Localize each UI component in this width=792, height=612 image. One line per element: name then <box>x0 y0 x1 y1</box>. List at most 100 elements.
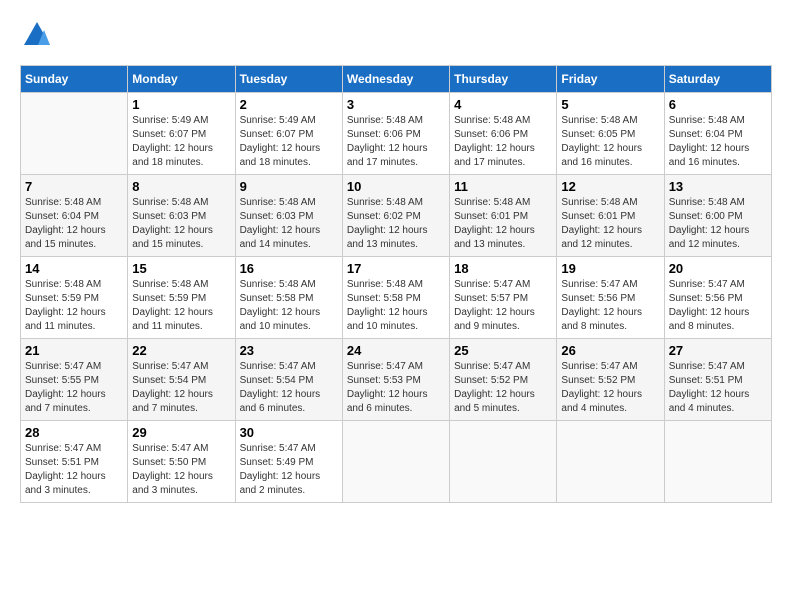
calendar-table: SundayMondayTuesdayWednesdayThursdayFrid… <box>20 65 772 503</box>
day-of-week-header: Tuesday <box>235 66 342 93</box>
day-info: Sunrise: 5:47 AM Sunset: 5:51 PM Dayligh… <box>669 360 767 416</box>
logo <box>20 20 52 55</box>
day-number: 29 <box>132 425 230 440</box>
calendar-cell: 18Sunrise: 5:47 AM Sunset: 5:57 PM Dayli… <box>450 257 557 339</box>
calendar-week-row: 7Sunrise: 5:48 AM Sunset: 6:04 PM Daylig… <box>21 175 772 257</box>
day-number: 21 <box>25 343 123 358</box>
calendar-cell: 12 Sunrise: 5:48 AM Sunset: 6:01 PM Dayli… <box>557 175 664 257</box>
calendar-cell: 30 Sunrise: 5:47 AM Sunset: 5:49 PM Dayli… <box>235 421 342 503</box>
day-of-week-header: Thursday <box>450 66 557 93</box>
calendar-cell: 21 Sunrise: 5:47 AM Sunset: 5:55 PM Dayli… <box>21 339 128 421</box>
calendar-cell: 16Sunrise: 5:48 AM Sunset: 5:58 PM Dayli… <box>235 257 342 339</box>
day-info: Sunrise: 5:49 AM Sunset: 6:07 PM Dayligh… <box>132 114 230 170</box>
day-number: 19 <box>561 261 659 276</box>
day-number: 27 <box>669 343 767 358</box>
calendar-cell: 7Sunrise: 5:48 AM Sunset: 6:04 PM Daylig… <box>21 175 128 257</box>
day-info: Sunrise: 5:47 AM Sunset: 5:54 PM Dayligh… <box>240 360 338 416</box>
calendar-week-row: 28 Sunrise: 5:47 AM Sunset: 5:51 PM Dayli… <box>21 421 772 503</box>
calendar-cell <box>557 421 664 503</box>
day-number: 17 <box>347 261 445 276</box>
logo-text <box>20 20 52 55</box>
day-number: 24 <box>347 343 445 358</box>
day-number: 5 <box>561 97 659 112</box>
day-number: 28 <box>25 425 123 440</box>
day-of-week-header: Sunday <box>21 66 128 93</box>
calendar-cell: 9 Sunrise: 5:48 AM Sunset: 6:03 PM Daylig… <box>235 175 342 257</box>
calendar-cell <box>664 421 771 503</box>
calendar-header-row: SundayMondayTuesdayWednesdayThursdayFrid… <box>21 66 772 93</box>
day-info: Sunrise: 5:48 AM Sunset: 6:01 PM Dayligh… <box>561 196 659 252</box>
calendar-week-row: 1 Sunrise: 5:49 AM Sunset: 6:07 PM Daylig… <box>21 93 772 175</box>
day-number: 4 <box>454 97 552 112</box>
day-info: Sunrise: 5:47 AM Sunset: 5:50 PM Dayligh… <box>132 442 230 498</box>
day-info: Sunrise: 5:47 AM Sunset: 5:52 PM Dayligh… <box>454 360 552 416</box>
day-info: Sunrise: 5:48 AM Sunset: 5:59 PM Dayligh… <box>25 278 123 334</box>
day-info: Sunrise: 5:47 AM Sunset: 5:49 PM Dayligh… <box>240 442 338 498</box>
day-info: Sunrise: 5:47 AM Sunset: 5:55 PM Dayligh… <box>25 360 123 416</box>
day-info: Sunrise: 5:47 AM Sunset: 5:51 PM Dayligh… <box>25 442 123 498</box>
day-info: Sunrise: 5:48 AM Sunset: 6:04 PM Dayligh… <box>669 114 767 170</box>
calendar-cell: 5 Sunrise: 5:48 AM Sunset: 6:05 PM Daylig… <box>557 93 664 175</box>
day-number: 2 <box>240 97 338 112</box>
calendar-cell: 14 Sunrise: 5:48 AM Sunset: 5:59 PM Dayli… <box>21 257 128 339</box>
day-info: Sunrise: 5:47 AM Sunset: 5:52 PM Dayligh… <box>561 360 659 416</box>
calendar-cell <box>450 421 557 503</box>
day-number: 6 <box>669 97 767 112</box>
day-number: 23 <box>240 343 338 358</box>
day-info: Sunrise: 5:47 AM Sunset: 5:56 PM Dayligh… <box>561 278 659 334</box>
day-of-week-header: Wednesday <box>342 66 449 93</box>
day-number: 16 <box>240 261 338 276</box>
calendar-cell: 19 Sunrise: 5:47 AM Sunset: 5:56 PM Dayli… <box>557 257 664 339</box>
day-info: Sunrise: 5:48 AM Sunset: 6:03 PM Dayligh… <box>132 196 230 252</box>
logo-icon <box>22 20 52 50</box>
day-number: 26 <box>561 343 659 358</box>
day-number: 11 <box>454 179 552 194</box>
day-number: 25 <box>454 343 552 358</box>
calendar-cell <box>342 421 449 503</box>
day-number: 15 <box>132 261 230 276</box>
day-number: 9 <box>240 179 338 194</box>
calendar-cell: 2Sunrise: 5:49 AM Sunset: 6:07 PM Daylig… <box>235 93 342 175</box>
day-info: Sunrise: 5:48 AM Sunset: 5:58 PM Dayligh… <box>347 278 445 334</box>
day-number: 22 <box>132 343 230 358</box>
calendar-cell: 25 Sunrise: 5:47 AM Sunset: 5:52 PM Dayli… <box>450 339 557 421</box>
calendar-cell: 6 Sunrise: 5:48 AM Sunset: 6:04 PM Daylig… <box>664 93 771 175</box>
day-info: Sunrise: 5:48 AM Sunset: 6:01 PM Dayligh… <box>454 196 552 252</box>
calendar-cell: 28 Sunrise: 5:47 AM Sunset: 5:51 PM Dayli… <box>21 421 128 503</box>
day-of-week-header: Friday <box>557 66 664 93</box>
day-number: 3 <box>347 97 445 112</box>
calendar-cell: 1 Sunrise: 5:49 AM Sunset: 6:07 PM Daylig… <box>128 93 235 175</box>
calendar-cell: 27 Sunrise: 5:47 AM Sunset: 5:51 PM Dayli… <box>664 339 771 421</box>
calendar-week-row: 14 Sunrise: 5:48 AM Sunset: 5:59 PM Dayli… <box>21 257 772 339</box>
calendar-cell: 29 Sunrise: 5:47 AM Sunset: 5:50 PM Dayli… <box>128 421 235 503</box>
calendar-cell: 15 Sunrise: 5:48 AM Sunset: 5:59 PM Dayli… <box>128 257 235 339</box>
calendar-cell: 11 Sunrise: 5:48 AM Sunset: 6:01 PM Dayli… <box>450 175 557 257</box>
day-info: Sunrise: 5:48 AM Sunset: 6:06 PM Dayligh… <box>454 114 552 170</box>
day-info: Sunrise: 5:48 AM Sunset: 6:03 PM Dayligh… <box>240 196 338 252</box>
day-info: Sunrise: 5:48 AM Sunset: 5:59 PM Dayligh… <box>132 278 230 334</box>
day-info: Sunrise: 5:47 AM Sunset: 5:54 PM Dayligh… <box>132 360 230 416</box>
calendar-cell: 22 Sunrise: 5:47 AM Sunset: 5:54 PM Dayli… <box>128 339 235 421</box>
day-number: 30 <box>240 425 338 440</box>
calendar-cell: 24 Sunrise: 5:47 AM Sunset: 5:53 PM Dayli… <box>342 339 449 421</box>
day-number: 14 <box>25 261 123 276</box>
calendar-week-row: 21 Sunrise: 5:47 AM Sunset: 5:55 PM Dayli… <box>21 339 772 421</box>
day-info: Sunrise: 5:47 AM Sunset: 5:53 PM Dayligh… <box>347 360 445 416</box>
day-of-week-header: Monday <box>128 66 235 93</box>
day-info: Sunrise: 5:48 AM Sunset: 6:04 PM Dayligh… <box>25 196 123 252</box>
day-info: Sunrise: 5:48 AM Sunset: 6:05 PM Dayligh… <box>561 114 659 170</box>
page-header <box>20 20 772 55</box>
calendar-cell: 4 Sunrise: 5:48 AM Sunset: 6:06 PM Daylig… <box>450 93 557 175</box>
calendar-cell: 8 Sunrise: 5:48 AM Sunset: 6:03 PM Daylig… <box>128 175 235 257</box>
day-number: 10 <box>347 179 445 194</box>
day-number: 13 <box>669 179 767 194</box>
day-info: Sunrise: 5:47 AM Sunset: 5:56 PM Dayligh… <box>669 278 767 334</box>
day-number: 12 <box>561 179 659 194</box>
calendar-cell: 17 Sunrise: 5:48 AM Sunset: 5:58 PM Dayli… <box>342 257 449 339</box>
day-of-week-header: Saturday <box>664 66 771 93</box>
day-number: 8 <box>132 179 230 194</box>
day-number: 20 <box>669 261 767 276</box>
day-number: 18 <box>454 261 552 276</box>
calendar-cell: 23 Sunrise: 5:47 AM Sunset: 5:54 PM Dayli… <box>235 339 342 421</box>
day-number: 1 <box>132 97 230 112</box>
